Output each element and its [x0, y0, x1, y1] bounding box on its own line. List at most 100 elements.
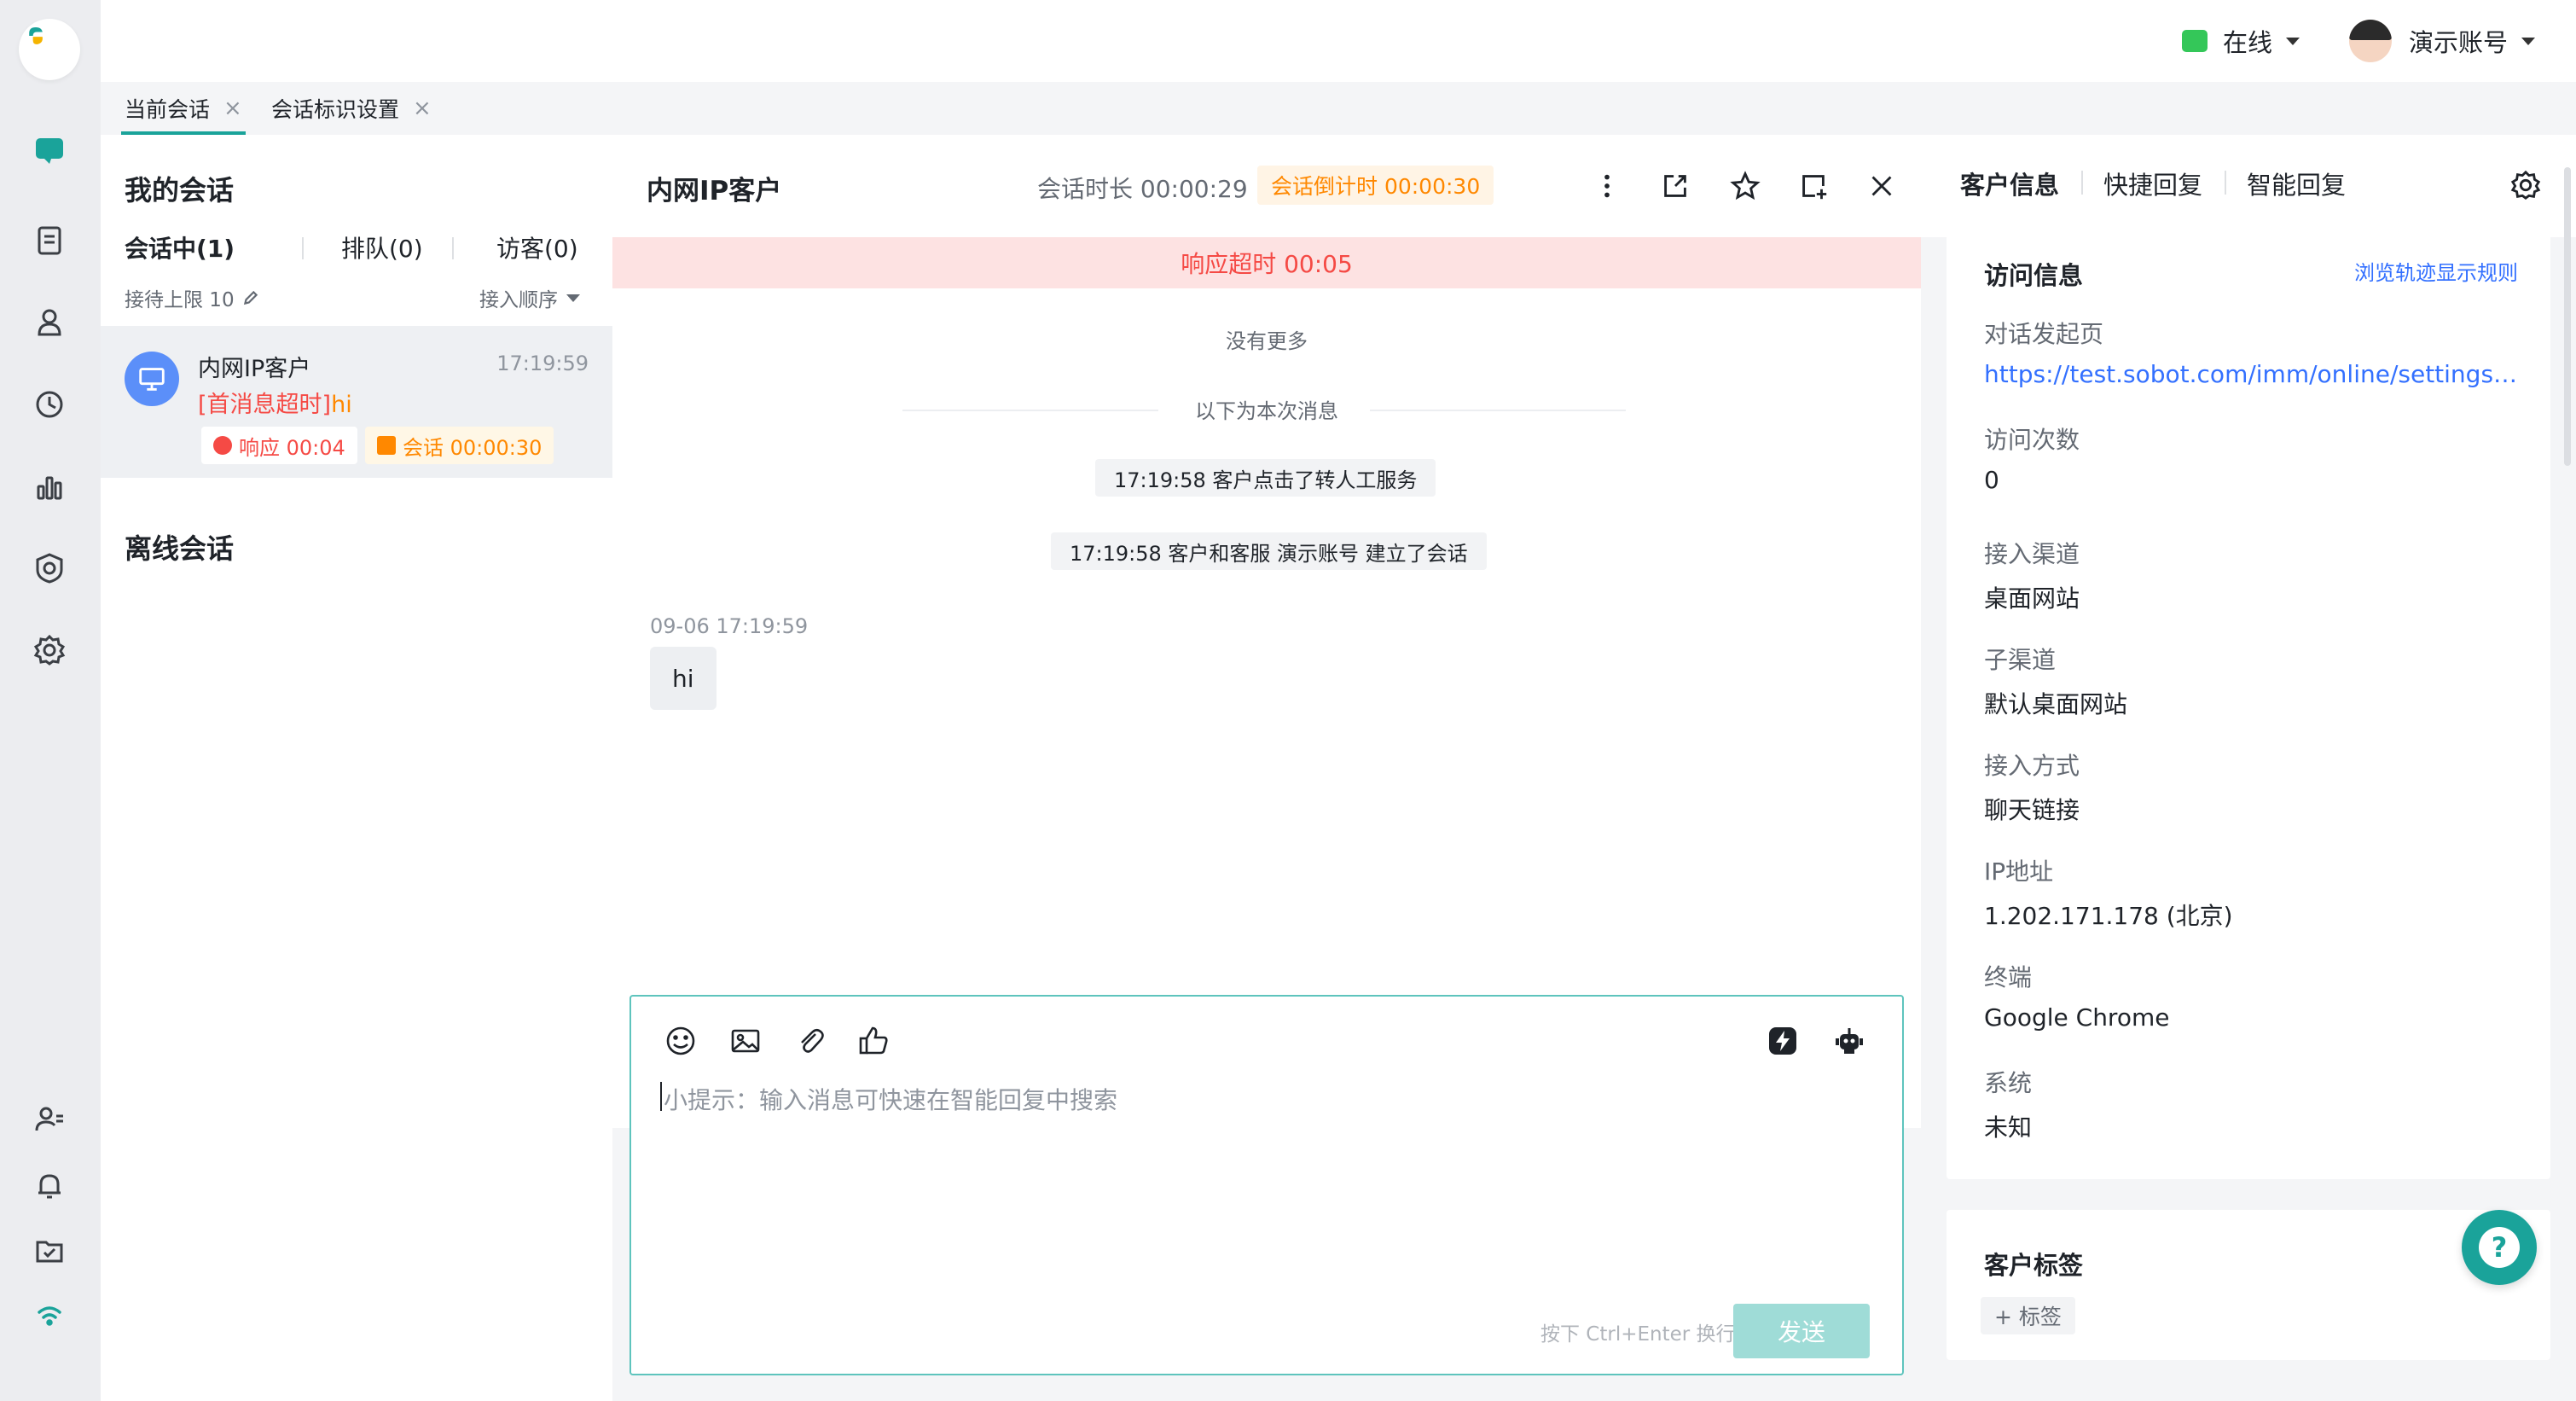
chevron-down-icon: [2286, 37, 2300, 45]
customer-tags-title: 客户标签: [1984, 1251, 2084, 1280]
status-label: 在线: [2223, 28, 2273, 57]
quick-reply-lightning-icon[interactable]: [1764, 1022, 1801, 1060]
chat-panel: 内网IP客户 会话时长 00:00:29 会话倒计时 00:00:30 响应超时…: [612, 135, 1921, 1401]
divider: [2081, 171, 2083, 195]
close-icon[interactable]: ×: [223, 96, 242, 121]
attachment-paperclip-icon[interactable]: [792, 1022, 829, 1060]
robot-assistant-icon[interactable]: [1830, 1022, 1868, 1060]
chevron-down-icon: [2521, 37, 2536, 45]
chevron-down-icon: [566, 294, 580, 302]
source-page-link[interactable]: https://test.sobot.com/imm/online/settin…: [1984, 360, 2521, 388]
message-input[interactable]: 小提示：输入消息可快速在智能回复中搜索: [659, 1082, 1117, 1116]
field-label: 终端: [1984, 963, 2033, 991]
gear-icon[interactable]: [2509, 169, 2542, 201]
more-vertical-icon[interactable]: [1590, 169, 1624, 203]
agent-status-icon[interactable]: [29, 1099, 70, 1140]
statistics-nav-icon[interactable]: [29, 466, 70, 507]
chat-nav-icon[interactable]: [29, 130, 70, 171]
task-folder-icon[interactable]: [29, 1230, 70, 1271]
tab-smart-reply[interactable]: 智能回复: [2247, 166, 2346, 201]
field-label: 子渠道: [1984, 646, 2057, 674]
field-label: 接入方式: [1984, 752, 2080, 780]
visit-info-card: 访问信息 浏览轨迹显示规则 对话发起页 https://test.sobot.c…: [1947, 220, 2550, 1179]
app-logo[interactable]: [19, 19, 80, 80]
customer-nav-icon[interactable]: [29, 302, 70, 343]
user-menu[interactable]: 演示账号: [2349, 17, 2536, 65]
session-timer-badge: 会话 00:00:30: [365, 427, 554, 464]
browse-track-rules-link[interactable]: 浏览轨迹显示规则: [2354, 256, 2518, 286]
status-chat-icon: [2182, 30, 2208, 52]
emoji-icon[interactable]: [662, 1022, 699, 1060]
response-timer: 响应 00:04: [239, 435, 345, 460]
field-label: 系统: [1984, 1069, 2033, 1097]
tab-quick-reply[interactable]: 快捷回复: [2103, 166, 2202, 201]
session-duration: 会话时长 00:00:29: [1037, 175, 1248, 203]
current-messages-divider: 以下为本次消息: [1195, 399, 1338, 423]
divider: [1370, 410, 1626, 411]
top-bar: 在线 演示账号: [101, 0, 2576, 82]
history-nav-icon[interactable]: [29, 384, 70, 425]
help-button[interactable]: ?: [2462, 1210, 2537, 1285]
tab-label: 会话标识设置: [271, 97, 400, 122]
offline-sessions-title: 离线会话: [125, 532, 235, 565]
tab-current-sessions[interactable]: 当前会话 ×: [121, 82, 246, 135]
conversation-preview: [首消息超时]hi: [198, 386, 352, 419]
field-value: 聊天链接: [1984, 796, 2080, 824]
close-icon[interactable]: ×: [413, 96, 432, 121]
session-filter-tabs: 会话中(1) 排队(0) 访客(0): [125, 230, 602, 265]
my-sessions-title: 我的会话: [125, 174, 235, 206]
field-label: 访问次数: [1984, 426, 2080, 454]
system-message: 17:19:58 客户和客服 演示账号 建立了会话: [1051, 532, 1487, 570]
image-icon[interactable]: [727, 1022, 764, 1060]
system-message: 17:19:58 客户点击了转人工服务: [1095, 459, 1436, 497]
chat-header: 内网IP客户 会话时长 00:00:29 会话倒计时 00:00:30: [612, 135, 1921, 237]
tab-customer-info[interactable]: 客户信息: [1960, 166, 2059, 201]
preview-text: hi: [331, 392, 352, 418]
transfer-share-icon[interactable]: [1658, 169, 1692, 203]
star-icon[interactable]: [1728, 169, 1762, 203]
field-label: 对话发起页: [1984, 320, 2104, 348]
edit-pencil-icon[interactable]: [241, 288, 260, 307]
send-button[interactable]: 发送: [1733, 1304, 1870, 1358]
conversation-name: 内网IP客户: [198, 356, 311, 382]
user-name: 演示账号: [2409, 28, 2509, 57]
conversation-time: 17:19:59: [496, 352, 589, 375]
quality-nav-icon[interactable]: [29, 548, 70, 589]
customer-message-bubble: hi: [650, 647, 717, 710]
field-value: Google Chrome: [1984, 1003, 2170, 1032]
chat-title: 内网IP客户: [647, 176, 782, 206]
divider: [302, 237, 304, 259]
online-status-dropdown[interactable]: 在线: [2182, 20, 2300, 61]
no-more-messages[interactable]: 没有更多: [612, 324, 1921, 354]
notification-bell-icon[interactable]: [29, 1166, 70, 1206]
reception-limit-label: 接待上限 10: [125, 289, 235, 311]
sort-order-dropdown[interactable]: 接入顺序: [479, 283, 580, 312]
question-icon: ?: [2479, 1227, 2520, 1268]
newline-hint: 按下 Ctrl+Enter 换行: [1540, 1323, 1736, 1346]
response-timer-badge: 响应 00:04: [201, 427, 357, 464]
session-countdown: 会话倒计时 00:00:30: [1257, 166, 1494, 205]
message-timestamp: 09-06 17:19:59: [650, 614, 809, 638]
satisfaction-thumbs-up-icon[interactable]: [855, 1022, 892, 1060]
close-icon[interactable]: [1865, 169, 1899, 203]
conversation-item[interactable]: 内网IP客户 17:19:59 [首消息超时]hi 响应 00:04 会话 00…: [101, 326, 612, 478]
scrollbar[interactable]: [2564, 167, 2571, 466]
document-nav-icon[interactable]: [29, 220, 70, 261]
lightning-icon: [213, 436, 232, 455]
add-to-list-icon[interactable]: [1796, 169, 1830, 203]
response-timeout-alert: 响应超时 00:05: [612, 237, 1921, 288]
tab-visitors[interactable]: 访客(0): [496, 230, 578, 265]
conversation-list-panel: 我的会话 会话中(1) 排队(0) 访客(0) 接待上限 10 接入顺序 内网I…: [101, 135, 612, 1401]
tab-in-session[interactable]: 会话中(1): [125, 230, 235, 265]
field-value: 桌面网站: [1984, 584, 2080, 613]
nav-rail: [0, 0, 101, 1401]
divider: [452, 237, 454, 259]
tab-queue[interactable]: 排队(0): [341, 230, 423, 265]
reception-limit[interactable]: 接待上限 10: [125, 283, 260, 312]
settings-nav-icon[interactable]: [29, 630, 70, 671]
session-timer: 会话 00:00:30: [403, 435, 542, 460]
add-tag-button[interactable]: + 标签: [1981, 1297, 2075, 1334]
tab-session-tag-settings[interactable]: 会话标识设置 ×: [271, 82, 432, 135]
avatar: [2349, 20, 2392, 62]
desktop-visitor-icon: [125, 352, 179, 406]
